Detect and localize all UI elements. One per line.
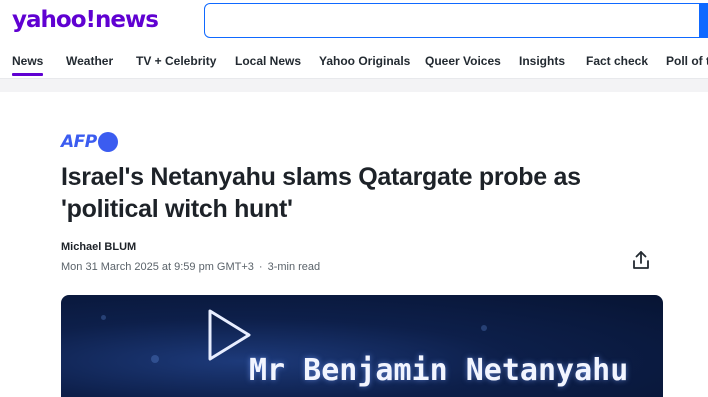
- source-logo[interactable]: AFP: [61, 131, 118, 153]
- top-bar: yahoo!news: [0, 0, 708, 44]
- nav-item-insights[interactable]: Insights: [519, 53, 565, 69]
- video-light-flare: [481, 325, 487, 331]
- afp-logo-dot: [97, 132, 118, 152]
- video-light-flare: [151, 355, 159, 363]
- nav-item-news[interactable]: News: [12, 53, 44, 76]
- search-button[interactable]: [699, 4, 708, 37]
- search-box[interactable]: [204, 3, 708, 38]
- video-caption: Mr Benjamin Netanyahu: [249, 353, 629, 388]
- nav-item-tv-celebrity[interactable]: TV + Celebrity: [136, 53, 216, 69]
- category-nav: News Weather TV + Celebrity Local News Y…: [0, 44, 708, 78]
- section-divider: [0, 78, 708, 92]
- nav-item-weather[interactable]: Weather: [66, 53, 113, 69]
- article-read-time: 3-min read: [267, 261, 321, 273]
- nav-item-poll[interactable]: Poll of th: [666, 53, 708, 69]
- afp-logo-text: AFP: [61, 132, 97, 152]
- article-date: Mon 31 March 2025 at 9:59 pm GMT+3: [61, 261, 254, 273]
- video-light-flare: [101, 315, 106, 320]
- share-icon[interactable]: [630, 249, 652, 271]
- nav-item-fact-check[interactable]: Fact check: [586, 53, 648, 69]
- play-icon[interactable]: [207, 308, 253, 362]
- article-author[interactable]: Michael BLUM: [61, 241, 136, 253]
- nav-item-local-news[interactable]: Local News: [235, 53, 301, 69]
- search-input[interactable]: [205, 4, 683, 37]
- nav-item-yahoo-originals[interactable]: Yahoo Originals: [319, 53, 410, 69]
- yahoo-news-logo[interactable]: yahoo!news: [12, 4, 159, 36]
- article-meta: Mon 31 March 2025 at 9:59 pm GMT+3 · 3-min…: [61, 261, 320, 273]
- nav-item-queer-voices[interactable]: Queer Voices: [425, 53, 501, 69]
- meta-separator: ·: [258, 261, 263, 273]
- video-player[interactable]: Mr Benjamin Netanyahu: [61, 295, 663, 397]
- article-headline: Israel's Netanyahu slams Qatargate probe…: [61, 163, 581, 223]
